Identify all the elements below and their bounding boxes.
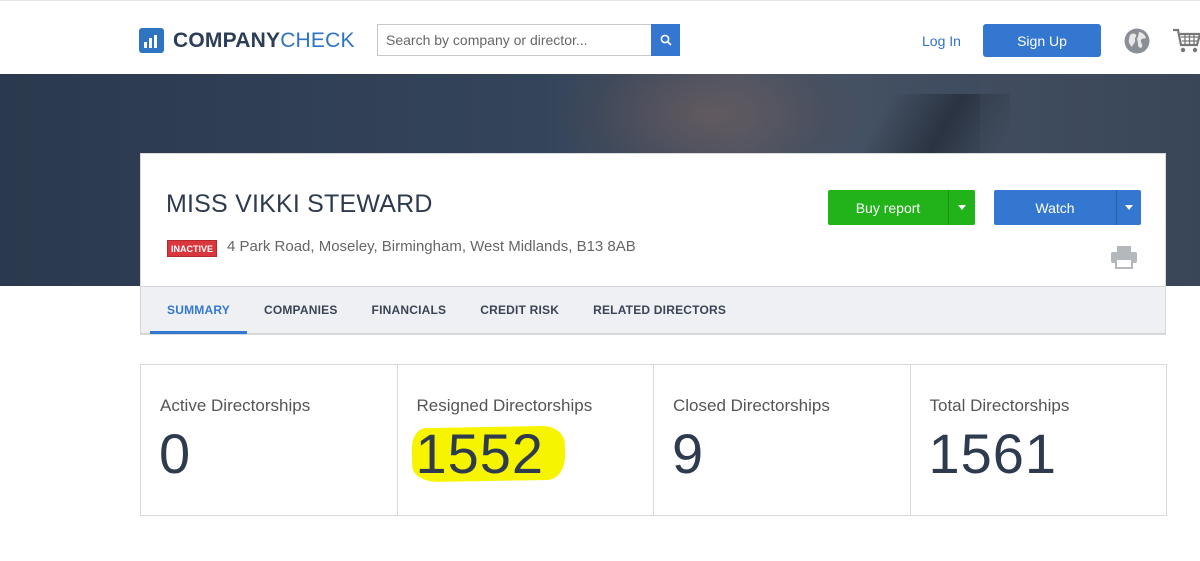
status-badge: INACTIVE xyxy=(167,240,218,257)
tab-companies[interactable]: COMPANIES xyxy=(247,287,355,333)
logo-text-company: COMPANY xyxy=(173,28,281,52)
companycheck-logo[interactable]: COMPANYCHECK xyxy=(139,28,355,53)
stat-label: Resigned Directorships xyxy=(416,396,593,415)
caret-down-icon xyxy=(1125,205,1133,210)
search-icon xyxy=(660,34,672,46)
watch-button[interactable]: Watch xyxy=(994,190,1141,225)
directorship-stats: Active Directorships 0 Resigned Director… xyxy=(140,364,1167,516)
stat-value: 0 xyxy=(159,422,192,485)
tab-summary[interactable]: SUMMARY xyxy=(150,287,247,334)
globe-icon[interactable] xyxy=(1123,27,1151,55)
profile-tabs: SUMMARY COMPANIES FINANCIALS CREDIT RISK… xyxy=(140,286,1166,334)
print-icon[interactable] xyxy=(1110,245,1138,269)
director-name: MISS VIKKI STEWARD xyxy=(166,190,433,218)
tab-financials[interactable]: FINANCIALS xyxy=(355,287,464,333)
login-link[interactable]: Log In xyxy=(922,33,961,49)
buy-report-dropdown-toggle[interactable] xyxy=(948,190,975,225)
buy-report-button[interactable]: Buy report xyxy=(828,190,975,225)
signup-button[interactable]: Sign Up xyxy=(983,24,1101,57)
watch-dropdown-toggle[interactable] xyxy=(1116,190,1141,225)
watch-label[interactable]: Watch xyxy=(994,190,1116,225)
logo-text: COMPANYCHECK xyxy=(173,29,355,53)
tab-related-directors[interactable]: RELATED DIRECTORS xyxy=(576,287,743,333)
search-bar xyxy=(377,24,680,56)
director-address: 4 Park Road, Moseley, Birmingham, West M… xyxy=(227,238,636,255)
stat-total-directorships: Total Directorships 1561 xyxy=(911,365,1167,515)
stat-active-directorships: Active Directorships 0 xyxy=(141,365,398,515)
stat-label: Active Directorships xyxy=(160,396,311,415)
stat-value: 9 xyxy=(672,422,705,485)
cart-icon[interactable] xyxy=(1172,27,1200,55)
caret-down-icon xyxy=(958,205,966,210)
search-button[interactable] xyxy=(651,24,680,56)
chart-bars-icon xyxy=(139,28,164,53)
stat-resigned-directorships: Resigned Directorships 1552 xyxy=(398,365,654,515)
stat-value: 1561 xyxy=(928,422,1058,485)
logo-text-check: CHECK xyxy=(280,28,355,52)
stat-closed-directorships: Closed Directorships 9 xyxy=(654,365,911,515)
stat-label: Closed Directorships xyxy=(673,396,830,415)
top-navigation-bar: COMPANYCHECK Log In Sign Up xyxy=(0,0,1200,74)
buy-report-label[interactable]: Buy report xyxy=(828,190,948,225)
stat-label: Total Directorships xyxy=(929,396,1070,415)
search-input[interactable] xyxy=(377,24,651,56)
tab-credit-risk[interactable]: CREDIT RISK xyxy=(463,287,576,333)
stat-value: 1552 xyxy=(415,422,545,485)
